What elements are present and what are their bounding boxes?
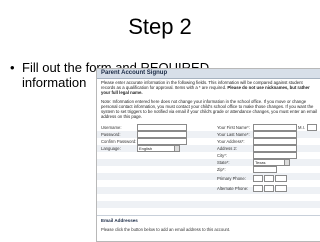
email-section-title: Email Addresses (101, 218, 138, 223)
last-name-input[interactable] (253, 131, 297, 138)
form-intro: Please enter accurate information in the… (97, 79, 320, 97)
primary-phone-prefix-input[interactable] (264, 175, 274, 182)
alternate-phone-area-input[interactable] (253, 185, 263, 192)
section-divider (97, 215, 320, 216)
username-input[interactable] (137, 124, 187, 131)
state-label: State*: (217, 160, 230, 165)
state-select[interactable]: Texas (253, 159, 290, 166)
first-name-input[interactable] (253, 124, 297, 131)
username-label: Username: (101, 125, 122, 130)
alternate-phone-label: Alternate Phone: (217, 186, 249, 191)
slide-title: Step 2 (128, 14, 192, 39)
middle-initial-input[interactable] (307, 124, 317, 131)
address2-label: Address 2: (217, 146, 238, 151)
chevron-down-icon (174, 146, 179, 151)
first-name-label: Your First Name*: (217, 125, 250, 130)
middle-initial-label: M.I. (298, 125, 305, 130)
language-select-value: English (139, 146, 153, 151)
language-select[interactable]: English (137, 145, 180, 152)
primary-phone-line-input[interactable] (275, 175, 287, 182)
password-label: Password: (101, 132, 121, 137)
confirm-password-label: Confirm Password: (101, 139, 137, 144)
field-band (97, 201, 320, 208)
password-input[interactable] (137, 131, 187, 138)
city-input[interactable] (253, 152, 297, 159)
city-label: City*: (217, 153, 228, 158)
alternate-phone-prefix-input[interactable] (264, 185, 274, 192)
chevron-down-icon (284, 160, 289, 165)
email-help-text: Please click the button below to add an … (101, 227, 231, 232)
state-select-value: Texas (255, 160, 266, 165)
zip-input[interactable] (253, 166, 277, 173)
primary-phone-area-input[interactable] (253, 175, 263, 182)
address2-input[interactable] (253, 145, 297, 152)
language-label: Language: (101, 146, 121, 151)
zip-label: Zip*: (217, 167, 226, 172)
bullet-dot: • (10, 60, 15, 75)
last-name-label: Your Last Name*: (217, 132, 250, 137)
address-label: Your Address*: (217, 139, 245, 144)
primary-phone-label: Primary Phone: (217, 176, 246, 181)
form-note: Note: Information entered here does not … (101, 98, 318, 120)
confirm-password-input[interactable] (137, 138, 187, 145)
form-header: Parent Account Signup (97, 69, 320, 79)
address-input[interactable] (253, 138, 297, 145)
form-screenshot: Parent Account Signup Please enter accur… (96, 68, 320, 242)
alternate-phone-line-input[interactable] (275, 185, 287, 192)
